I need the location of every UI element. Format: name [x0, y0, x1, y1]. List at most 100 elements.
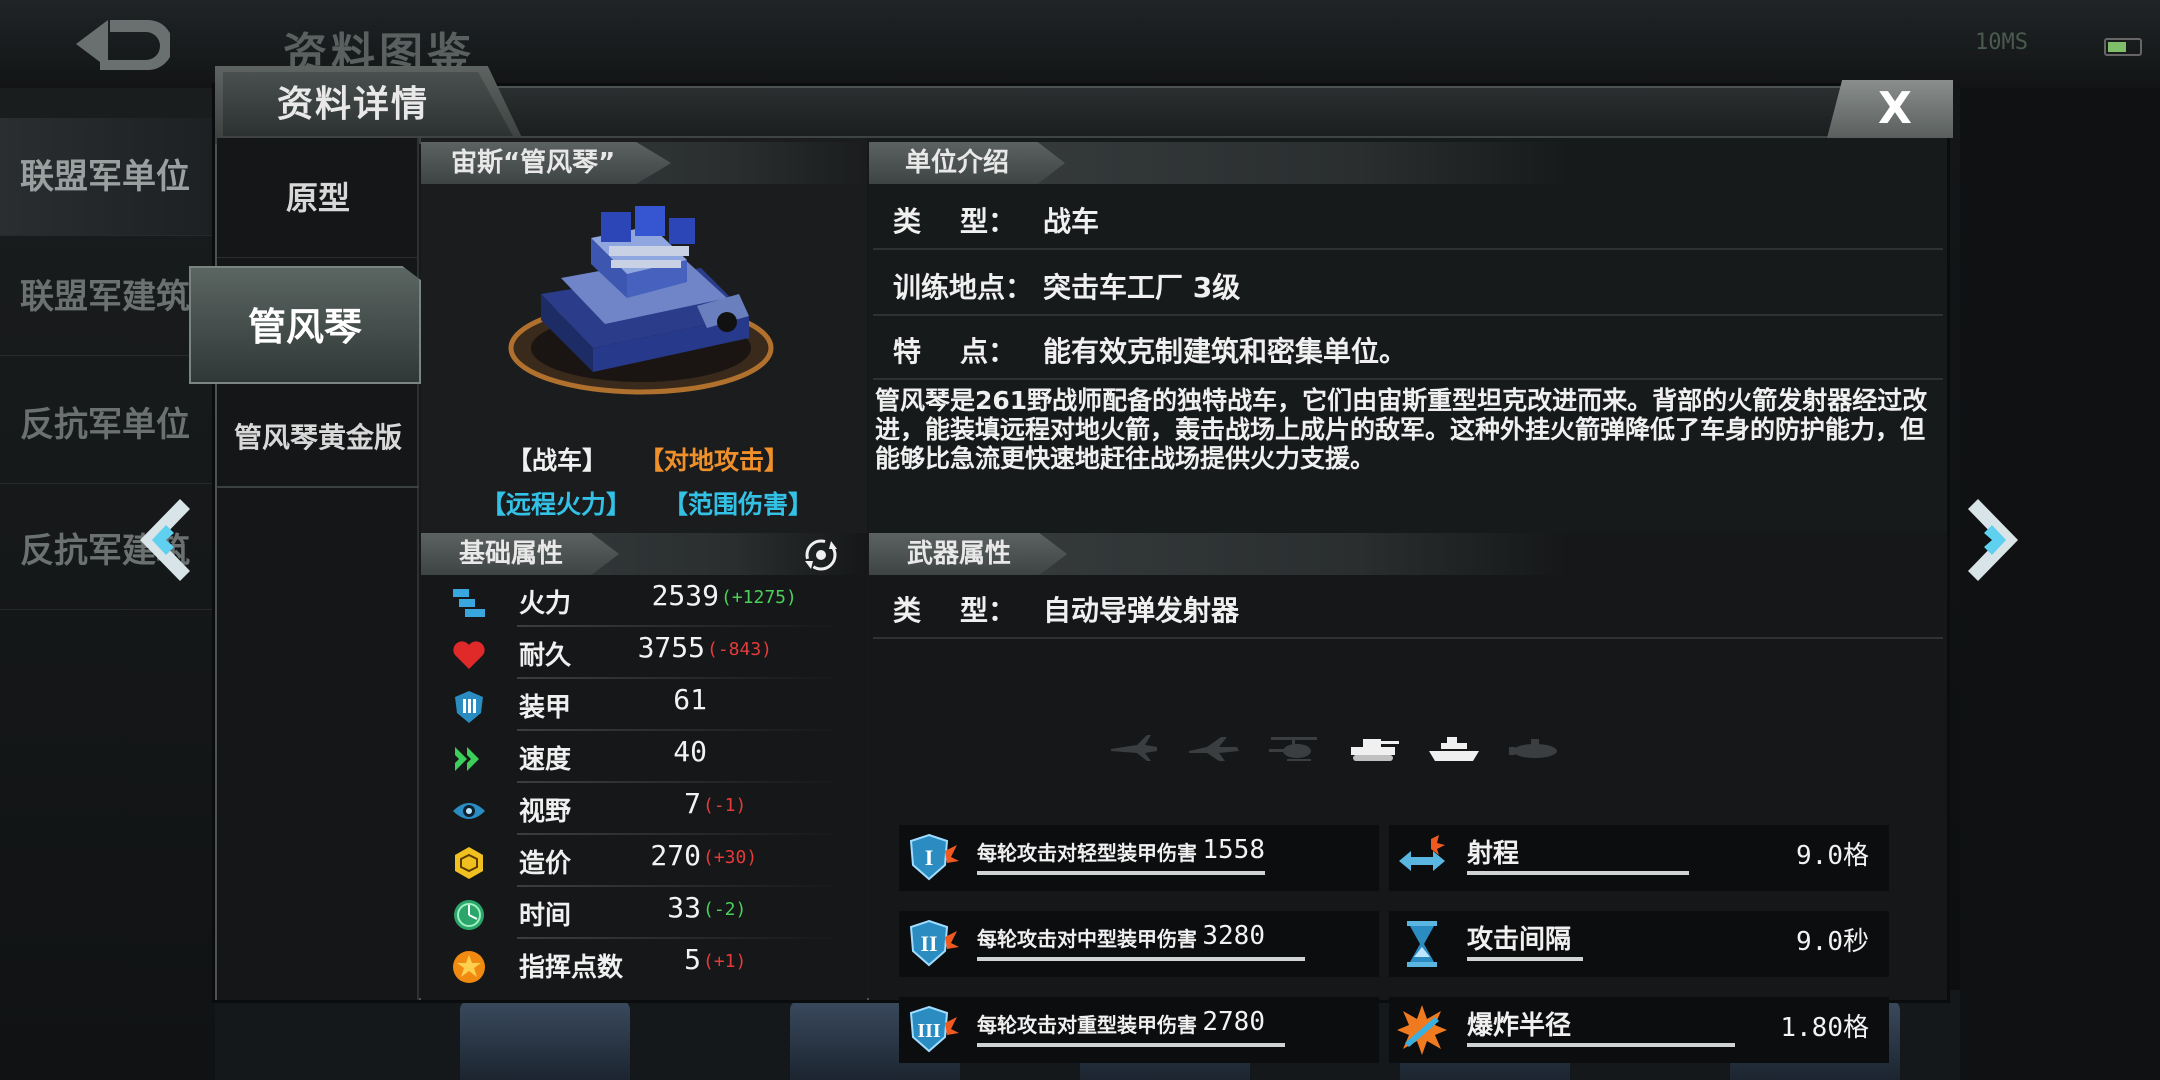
- svg-text:III: III: [917, 1020, 941, 1042]
- unit-name: 宙斯“管风琴”: [421, 142, 672, 184]
- stat-value: 40: [673, 735, 707, 768]
- stat-row-vision: 视野 7 (-1): [421, 783, 867, 835]
- unit-tank-image: [508, 206, 774, 395]
- weapon-panel: 武器属性 类 型： 自动导弹发射器 I 每轮攻击对轻型装甲伤害 1558 II: [869, 533, 1947, 1063]
- stat-value: 270: [650, 839, 701, 872]
- bomber-jet-icon: [1189, 737, 1239, 761]
- intro-title: 单位介绍: [869, 142, 1066, 184]
- unit-tag: 【范围伤害】: [663, 490, 814, 519]
- sidebar-item-rebel-units[interactable]: 反抗军单位: [0, 366, 215, 484]
- info-key: 训练地点：: [893, 271, 1034, 304]
- damage-medium-card: II 每轮攻击对中型装甲伤害 3280: [899, 911, 1379, 977]
- damage-value: 2780: [1202, 1007, 1265, 1037]
- prop-value: 1.80格: [1780, 1013, 1869, 1043]
- armor-heavy-icon: III: [909, 1005, 959, 1053]
- stat-delta: (-843): [707, 639, 773, 660]
- network-latency: 10MS: [1975, 30, 2028, 55]
- base-stats-title: 基础属性: [421, 533, 620, 575]
- refresh-icon[interactable]: [801, 537, 841, 573]
- unit-tag: 【战车】: [507, 446, 608, 475]
- stat-value: 33: [667, 891, 701, 924]
- weapon-title: 武器属性: [869, 533, 1068, 575]
- clock-icon: [454, 900, 484, 930]
- submarine-icon: [1509, 739, 1557, 758]
- dialog-title: 资料详情: [277, 84, 430, 125]
- sidebar-item-alliance-units[interactable]: 联盟军单位: [0, 118, 215, 236]
- stat-row-cost: 造价 270 (+30): [421, 835, 867, 887]
- info-value: 战车: [1043, 205, 1100, 238]
- stat-row-time: 时间 33 (-2): [421, 887, 867, 939]
- stat-row-durability: 耐久 3755 (-843): [421, 627, 867, 679]
- unit-name-header: 宙斯“管风琴”: [421, 142, 867, 184]
- close-button[interactable]: X: [1827, 80, 1953, 138]
- unit-preview-panel: 宙斯“管风琴” 【战车】 【对地攻击】 【远程火力】 【范围伤害】: [421, 138, 867, 533]
- stat-value: 61: [673, 683, 707, 716]
- stat-delta: (+1): [703, 951, 747, 972]
- armor-light-icon: I: [909, 833, 959, 881]
- stat-delta: (+30): [703, 847, 758, 868]
- close-icon[interactable]: X: [1827, 80, 1953, 138]
- info-row-type: 类 型： 战车: [873, 188, 1943, 250]
- stat-row-armor: 装甲 61: [421, 679, 867, 731]
- star-medal-icon: [453, 951, 485, 983]
- unit-detail-dialog: 资料详情 X 原型 管风琴 管风琴黄金版 宙斯“管风琴” 【战车】 【对地攻击】…: [189, 66, 1953, 1063]
- next-arrow-icon[interactable]: [1960, 495, 2030, 585]
- fighter-jet-icon: [1111, 735, 1157, 761]
- battery-icon: [2104, 38, 2142, 56]
- prop-value: 9.0格: [1796, 841, 1869, 871]
- stat-value: 2539: [651, 579, 719, 612]
- prop-label: 射程: [1467, 839, 1520, 869]
- intro-header: 单位介绍: [869, 142, 1569, 184]
- damage-heavy-card: III 每轮攻击对重型装甲伤害 2780: [899, 997, 1379, 1063]
- info-row-training: 训练地点： 突击车工厂 3级: [873, 254, 1943, 316]
- info-key: 类 型：: [893, 594, 1016, 627]
- attack-interval-card: 攻击间隔 9.0秒: [1389, 911, 1889, 977]
- info-key: 特 点：: [893, 335, 1016, 368]
- svg-text:I: I: [925, 845, 934, 870]
- helicopter-icon: [1269, 737, 1317, 761]
- info-row-feature: 特 点： 能有效克制建筑和密集单位。: [873, 318, 1943, 380]
- stat-row-command-points: 指挥点数 5 (+1): [421, 939, 867, 991]
- stat-value: 5: [684, 943, 701, 976]
- info-key: 类 型：: [893, 205, 1016, 238]
- speed-chevrons-icon: [455, 747, 479, 771]
- damage-value: 1558: [1202, 835, 1265, 865]
- stat-value: 3755: [637, 631, 705, 664]
- hourglass-icon: [1407, 921, 1437, 967]
- base-stats-panel: 基础属性 火力 2539 (+1275) 耐久 3755 (-843) 装甲 6…: [421, 533, 867, 1000]
- svg-text:II: II: [920, 931, 937, 956]
- unit-tag: 【对地攻击】: [639, 446, 790, 475]
- tab-prototype[interactable]: 原型: [217, 138, 419, 258]
- explosion-icon: [1397, 1005, 1447, 1055]
- firepower-icon: [453, 589, 485, 617]
- dialog-title-tab: 资料详情: [215, 66, 525, 144]
- blast-radius-card: 爆炸半径 1.80格: [1389, 997, 1889, 1063]
- armor-medium-icon: II: [909, 919, 959, 967]
- info-value: 能有效克制建筑和密集单位。: [1043, 335, 1408, 368]
- previous-arrow-icon[interactable]: [128, 495, 198, 585]
- prop-label: 爆炸半径: [1467, 1011, 1572, 1041]
- unit-tag: 【远程火力】: [481, 490, 632, 519]
- variant-tabs: 原型 管风琴 管风琴黄金版: [189, 138, 421, 1000]
- eye-icon: [453, 803, 485, 819]
- prop-label: 攻击间隔: [1467, 925, 1572, 955]
- weapon-type-row: 类 型： 自动导弹发射器: [873, 577, 1943, 639]
- stat-delta: (-1): [703, 795, 747, 816]
- shield-icon: [455, 691, 483, 723]
- damage-light-card: I 每轮攻击对轻型装甲伤害 1558: [899, 825, 1379, 891]
- stat-delta: (+1275): [721, 587, 797, 608]
- stat-delta: (-2): [703, 899, 747, 920]
- weapon-header: 武器属性: [869, 533, 1569, 575]
- heart-icon: [453, 641, 485, 669]
- cube-icon: [455, 847, 483, 879]
- back-icon[interactable]: [70, 14, 170, 76]
- unit-thumbnail[interactable]: [460, 1000, 630, 1080]
- unit-description: 管风琴是261野战师配备的独特战车，它们由宙斯重型坦克改进而来。背部的火箭发射器…: [875, 386, 1928, 473]
- stat-value: 7: [684, 787, 701, 820]
- sidebar-item-alliance-buildings[interactable]: 联盟军建筑: [0, 238, 215, 356]
- damage-value: 3280: [1202, 921, 1265, 951]
- prop-value: 9.0秒: [1796, 927, 1869, 957]
- tab-organ[interactable]: 管风琴: [189, 266, 421, 384]
- tab-organ-gold[interactable]: 管风琴黄金版: [217, 388, 419, 488]
- range-arrow-icon: [1399, 835, 1445, 871]
